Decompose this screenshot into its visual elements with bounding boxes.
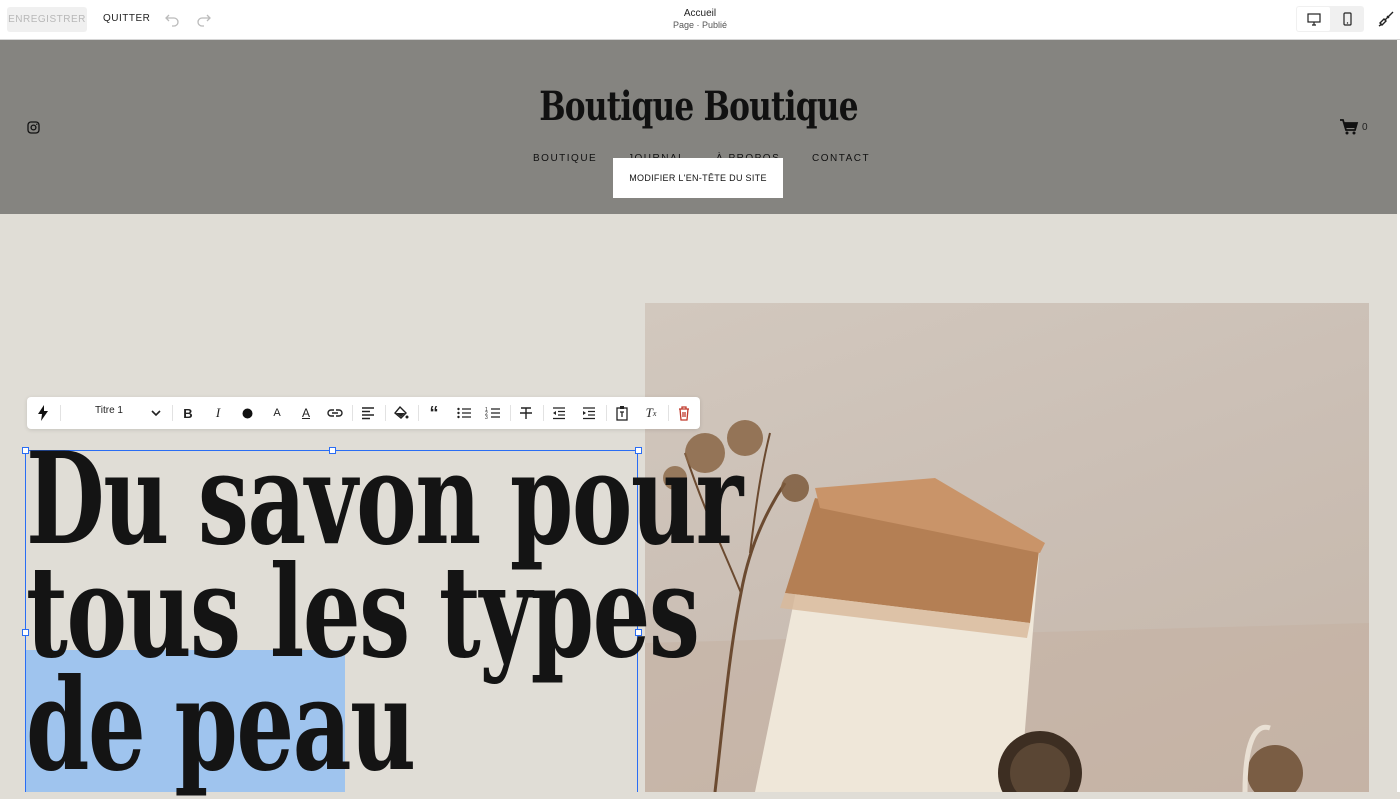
toolbar-separator [418,405,419,421]
mobile-view-icon[interactable] [1331,7,1363,31]
site-styles-brush-icon[interactable] [1377,10,1395,28]
toolbar-separator [543,405,544,421]
italic-icon[interactable]: I [210,405,226,421]
page-title[interactable]: Accueil [0,8,1400,19]
numbered-list-icon[interactable]: 123 [485,405,501,421]
text-size-icon[interactable]: A [269,405,285,421]
align-left-icon[interactable] [360,405,376,421]
link-icon[interactable] [327,405,343,421]
hero-heading[interactable]: Du savon pour tous les types de peau [26,436,743,788]
toolbar-separator [60,405,61,421]
color-dot-icon[interactable] [239,405,255,421]
instagram-icon[interactable] [27,121,40,134]
nav-link-boutique[interactable]: BOUTIQUE [533,153,597,164]
page-status: Page · Publié [672,20,728,30]
bold-icon[interactable]: B [180,405,196,421]
toolbar-separator [385,405,386,421]
strikethrough-icon[interactable] [518,405,534,421]
edit-site-header-button[interactable]: MODIFIER L'EN-TÊTE DU SITE [613,158,783,198]
indent-icon[interactable] [581,405,597,421]
editor-top-bar: ENREGISTRER QUITTER Accueil Page · Publi… [0,0,1400,40]
toolbar-separator [352,405,353,421]
paste-text-icon[interactable] [614,405,630,421]
outdent-icon[interactable] [551,405,567,421]
svg-text:3: 3 [485,415,488,421]
text-highlight-icon[interactable]: A [298,405,314,421]
nav-link-contact[interactable]: CONTACT [812,153,870,164]
chevron-down-icon[interactable] [148,405,164,421]
toolbar-separator [172,405,173,421]
clear-format-icon[interactable]: Tx [643,405,659,421]
lightning-icon[interactable] [35,405,51,421]
bullet-list-icon[interactable] [456,405,472,421]
paragraph-style-select[interactable]: Titre 1 [95,405,123,416]
toolbar-separator [510,405,511,421]
heading-line-3: de peau [26,651,416,799]
product-image[interactable] [645,303,1369,792]
toolbar-separator [668,405,669,421]
toolbar-separator [606,405,607,421]
cart-count: 0 [1362,122,1368,133]
trash-icon[interactable] [676,405,692,421]
site-brand-title[interactable]: Boutique Boutique [154,83,1244,130]
paint-bucket-icon[interactable] [393,405,409,421]
cart-icon[interactable] [1339,118,1359,136]
quote-icon[interactable]: “ [426,403,442,423]
desktop-view-icon[interactable] [1297,7,1330,31]
